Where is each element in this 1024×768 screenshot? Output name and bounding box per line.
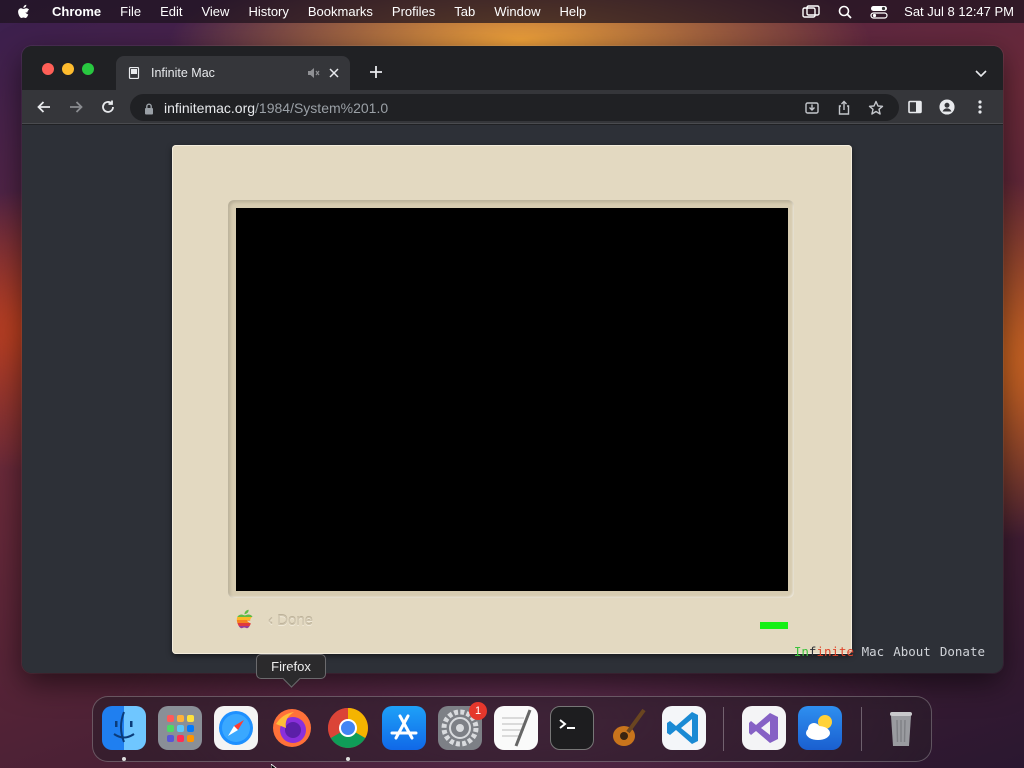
- menu-edit[interactable]: Edit: [160, 4, 182, 19]
- trash-icon[interactable]: [879, 706, 923, 750]
- finder-running-dot: [122, 757, 126, 761]
- screen-mirroring-icon[interactable]: [802, 4, 820, 19]
- new-tab-icon[interactable]: [368, 64, 384, 80]
- menu-profiles[interactable]: Profiles: [392, 4, 435, 19]
- dock-separator: [861, 707, 862, 751]
- settings-notification-badge: 1: [469, 702, 487, 720]
- infinite-mac-brand[interactable]: Infinite Mac: [794, 644, 884, 659]
- tab-title: Infinite Mac: [151, 66, 215, 80]
- launchpad-icon[interactable]: [158, 706, 202, 750]
- app-store-icon[interactable]: [382, 706, 426, 750]
- tab-audio-muted-icon[interactable]: [306, 66, 320, 80]
- finder-icon[interactable]: [102, 706, 146, 750]
- control-center-icon[interactable]: [870, 5, 888, 19]
- tab-close-icon[interactable]: [328, 67, 340, 79]
- safari-icon[interactable]: [214, 706, 258, 750]
- tab-search-chevron-icon[interactable]: [975, 66, 987, 78]
- back-arrow-icon[interactable]: [36, 99, 52, 115]
- chrome-window: Infinite Mac infinitemac.org /1984/Syste…: [22, 46, 1003, 673]
- menu-window[interactable]: Window: [494, 4, 540, 19]
- infinite-mac-footer: Infinite Mac About Donate: [794, 644, 985, 659]
- side-panel-icon[interactable]: [907, 99, 923, 115]
- vscode-icon[interactable]: [662, 706, 706, 750]
- mouse-cursor-icon: [270, 761, 281, 768]
- dock: [92, 696, 932, 762]
- tab-strip: Infinite Mac: [22, 46, 1003, 90]
- url-path: /1984/System%201.0: [255, 99, 389, 116]
- brand-in: In: [793, 644, 809, 659]
- menu-view[interactable]: View: [201, 4, 229, 19]
- emulated-mac-bezel: ‹ Done: [172, 145, 852, 654]
- emulated-mac-screen-frame: [228, 200, 794, 598]
- brand-mac: Mac: [861, 644, 885, 659]
- tab-infinite-mac[interactable]: Infinite Mac: [116, 56, 350, 90]
- profile-avatar-icon[interactable]: [939, 99, 955, 115]
- lock-icon[interactable]: [144, 102, 154, 114]
- forward-arrow-icon[interactable]: [68, 99, 84, 115]
- power-led-indicator: [760, 622, 788, 629]
- rainbow-apple-logo-icon: [234, 609, 254, 631]
- kebab-menu-icon[interactable]: [972, 99, 988, 115]
- visual-studio-icon[interactable]: [742, 706, 786, 750]
- window-close-button[interactable]: [42, 63, 54, 75]
- chrome-icon[interactable]: [326, 706, 370, 750]
- apple-menu-icon[interactable]: [16, 4, 30, 20]
- weather-icon[interactable]: [798, 706, 842, 750]
- dock-tooltip-label: Firefox: [271, 659, 311, 674]
- mac-favicon-icon: [128, 66, 140, 80]
- menubar-clock[interactable]: Sat Jul 8 12:47 PM: [904, 4, 1014, 19]
- done-button[interactable]: ‹ Done: [268, 612, 313, 629]
- dock-separator: [723, 707, 724, 751]
- share-icon[interactable]: [836, 100, 852, 116]
- menu-help[interactable]: Help: [560, 4, 587, 19]
- address-bar[interactable]: infinitemac.org /1984/System%201.0: [130, 94, 899, 121]
- emulated-mac-screen[interactable]: [236, 208, 788, 591]
- url-host: infinitemac.org: [164, 99, 256, 116]
- menu-bar: Chrome File Edit View History Bookmarks …: [0, 0, 1024, 23]
- brand-inite: inite: [816, 644, 855, 659]
- menu-app-name[interactable]: Chrome: [52, 4, 101, 19]
- terminal-icon[interactable]: [550, 706, 594, 750]
- menu-file[interactable]: File: [120, 4, 141, 19]
- menu-history[interactable]: History: [248, 4, 288, 19]
- browser-toolbar: infinitemac.org /1984/System%201.0: [22, 90, 1003, 124]
- install-download-icon[interactable]: [804, 100, 820, 116]
- spotlight-search-icon[interactable]: [836, 5, 854, 19]
- reload-icon[interactable]: [100, 99, 116, 115]
- chrome-running-dot: [346, 757, 350, 761]
- window-minimize-button[interactable]: [62, 63, 74, 75]
- donate-link[interactable]: Donate: [940, 644, 985, 659]
- about-link[interactable]: About: [893, 644, 931, 659]
- dock-tooltip: Firefox: [256, 654, 326, 679]
- bookmark-star-icon[interactable]: [868, 100, 884, 116]
- window-zoom-button[interactable]: [82, 63, 94, 75]
- textedit-icon[interactable]: [494, 706, 538, 750]
- page-content: ‹ Done Infinite Mac About Donate: [22, 125, 1003, 673]
- menu-tab[interactable]: Tab: [454, 4, 475, 19]
- firefox-icon[interactable]: [270, 706, 314, 750]
- menu-bookmarks[interactable]: Bookmarks: [308, 4, 373, 19]
- garageband-icon[interactable]: [606, 706, 650, 750]
